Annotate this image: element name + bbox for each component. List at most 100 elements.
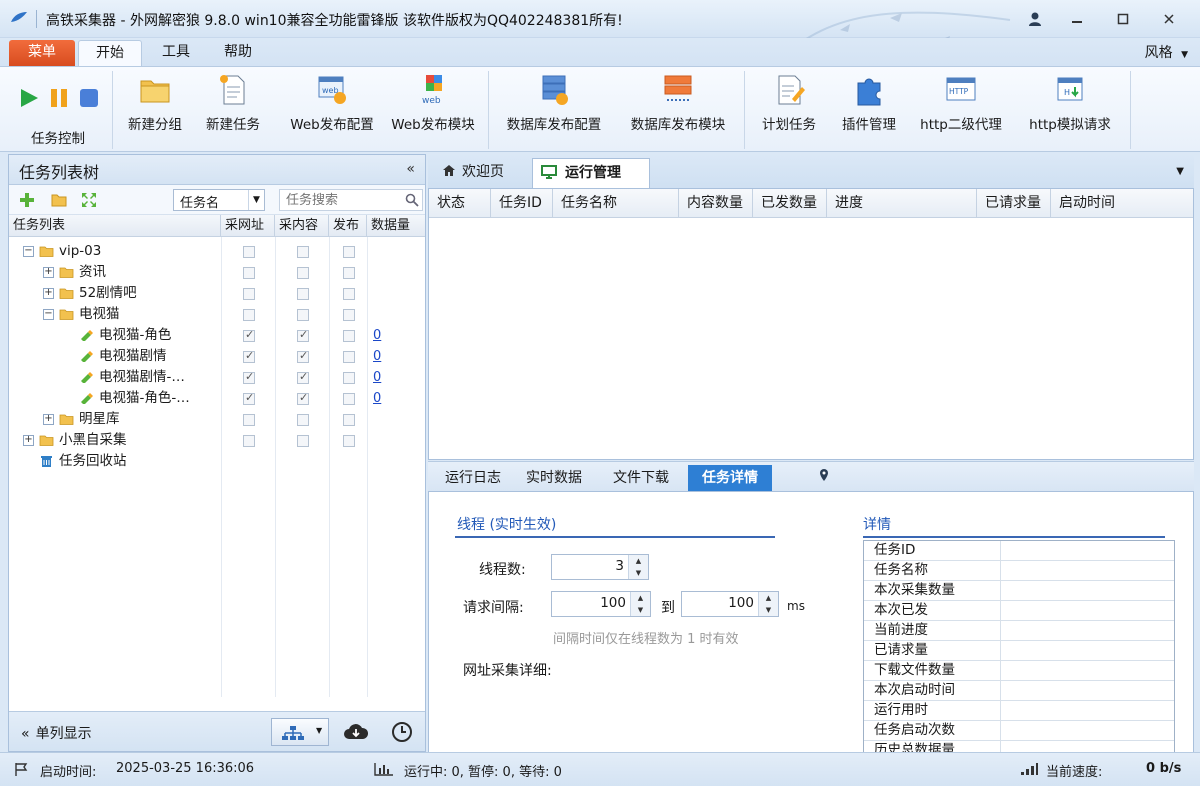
interval-from-stepper[interactable]: 100 ▲ ▼ bbox=[551, 591, 651, 617]
task-row[interactable]: 电视猫-角色-… 0 bbox=[9, 388, 425, 409]
col-collect-url[interactable]: 采网址 bbox=[221, 215, 275, 237]
publish-checkbox[interactable] bbox=[343, 351, 355, 363]
expand-node-icon[interactable]: + bbox=[43, 267, 54, 278]
collect-content-checkbox[interactable] bbox=[297, 267, 309, 279]
cloud-download-icon[interactable] bbox=[343, 721, 369, 741]
group-row[interactable]: +52剧情吧 bbox=[9, 283, 425, 304]
collect-url-checkbox[interactable] bbox=[243, 414, 255, 426]
publish-checkbox[interactable] bbox=[343, 246, 355, 258]
schedule-task-button[interactable]: 计划任务 bbox=[754, 73, 824, 145]
data-count-link[interactable]: 0 bbox=[373, 388, 381, 409]
tab-run-manage[interactable]: 运行管理 bbox=[532, 158, 650, 188]
col-requested-count[interactable]: 已请求量 bbox=[977, 189, 1051, 218]
stepper-arrows[interactable]: ▲ ▼ bbox=[630, 592, 650, 616]
expand-node-icon[interactable]: + bbox=[43, 288, 54, 299]
db-publish-config-button[interactable]: 数据库发布配置 bbox=[498, 73, 610, 145]
recycle-bin-row[interactable]: 任务回收站 bbox=[9, 451, 425, 472]
http-request-button[interactable]: H http模拟请求 bbox=[1020, 73, 1120, 145]
tab-realtime-data[interactable]: 实时数据 bbox=[514, 465, 594, 492]
group-row[interactable]: − vip-03 bbox=[9, 241, 425, 262]
collect-url-checkbox[interactable] bbox=[243, 288, 255, 300]
task-search-input[interactable] bbox=[279, 189, 423, 211]
tab-welcome[interactable]: 欢迎页 bbox=[436, 158, 532, 188]
search-icon[interactable] bbox=[405, 193, 419, 207]
collapse-node-icon[interactable]: − bbox=[23, 246, 34, 257]
col-progress[interactable]: 进度 bbox=[827, 189, 977, 218]
tab-help[interactable]: 帮助 bbox=[210, 40, 266, 66]
collect-content-checkbox[interactable] bbox=[297, 349, 309, 363]
stepper-arrows[interactable]: ▲ ▼ bbox=[758, 592, 778, 616]
group-row[interactable]: + 明星库 bbox=[9, 409, 425, 430]
new-task-button[interactable]: 新建任务 bbox=[200, 73, 266, 145]
search-field-select[interactable]: 任务名 ▼ bbox=[173, 189, 265, 211]
collect-content-checkbox[interactable] bbox=[297, 309, 309, 321]
collect-content-checkbox[interactable] bbox=[297, 328, 309, 342]
publish-checkbox[interactable] bbox=[343, 393, 355, 405]
stop-icon[interactable] bbox=[78, 87, 100, 109]
task-row[interactable]: 电视猫-角色 0 bbox=[9, 325, 425, 346]
collapse-panel-icon[interactable]: « bbox=[406, 161, 415, 177]
col-task-id[interactable]: 任务ID bbox=[491, 189, 553, 218]
web-publish-config-button[interactable]: web Web发布配置 bbox=[288, 73, 376, 145]
expand-node-icon[interactable]: + bbox=[43, 414, 54, 425]
stepper-arrows[interactable]: ▲ ▼ bbox=[628, 555, 648, 579]
style-menu-button[interactable]: 风格 ▼ bbox=[1145, 42, 1188, 62]
publish-checkbox[interactable] bbox=[343, 435, 355, 447]
tab-tools[interactable]: 工具 bbox=[148, 40, 204, 66]
col-start-time[interactable]: 启动时间 bbox=[1051, 189, 1193, 218]
data-count-link[interactable]: 0 bbox=[373, 346, 381, 367]
single-column-toggle[interactable]: «单列显示 bbox=[21, 723, 92, 743]
pause-icon[interactable] bbox=[48, 87, 70, 109]
collect-content-checkbox[interactable] bbox=[297, 435, 309, 447]
minimize-icon[interactable] bbox=[1064, 8, 1090, 30]
new-group-button[interactable]: 新建分组 bbox=[122, 73, 188, 145]
collect-content-checkbox[interactable] bbox=[297, 246, 309, 258]
tree-view-button[interactable]: ▼ bbox=[271, 718, 329, 746]
collect-content-checkbox[interactable] bbox=[297, 414, 309, 426]
web-publish-module-button[interactable]: web Web发布模块 bbox=[388, 73, 478, 145]
data-count-link[interactable]: 0 bbox=[373, 367, 381, 388]
collect-url-checkbox[interactable] bbox=[243, 435, 255, 447]
col-task-list[interactable]: 任务列表 bbox=[9, 215, 221, 237]
collect-content-checkbox[interactable] bbox=[297, 391, 309, 405]
tab-menu[interactable]: 菜单 bbox=[9, 40, 75, 66]
collapse-node-icon[interactable]: − bbox=[43, 309, 54, 320]
col-collect-content[interactable]: 采内容 bbox=[275, 215, 329, 237]
user-icon[interactable] bbox=[1022, 8, 1048, 30]
publish-checkbox[interactable] bbox=[343, 414, 355, 426]
publish-checkbox[interactable] bbox=[343, 330, 355, 342]
collect-url-checkbox[interactable] bbox=[243, 370, 255, 384]
plugin-manage-button[interactable]: 插件管理 bbox=[834, 73, 904, 145]
http-proxy-button[interactable]: HTTP http二级代理 bbox=[912, 73, 1010, 145]
col-task-name[interactable]: 任务名称 bbox=[553, 189, 679, 218]
collect-content-checkbox[interactable] bbox=[297, 288, 309, 300]
col-data-count[interactable]: 数据量 bbox=[367, 215, 425, 237]
col-content-count[interactable]: 内容数量 bbox=[679, 189, 753, 218]
collect-url-checkbox[interactable] bbox=[243, 309, 255, 321]
task-row[interactable]: 电视猫剧情 0 bbox=[9, 346, 425, 367]
task-row[interactable]: 电视猫剧情-… 0 bbox=[9, 367, 425, 388]
publish-checkbox[interactable] bbox=[343, 288, 355, 300]
maximize-icon[interactable] bbox=[1110, 8, 1136, 30]
collect-url-checkbox[interactable] bbox=[243, 267, 255, 279]
collect-content-checkbox[interactable] bbox=[297, 370, 309, 384]
collect-url-checkbox[interactable] bbox=[243, 391, 255, 405]
tab-start[interactable]: 开始 bbox=[78, 40, 142, 66]
open-folder-icon[interactable] bbox=[51, 193, 67, 207]
add-icon[interactable] bbox=[19, 192, 35, 208]
col-published-count[interactable]: 已发数量 bbox=[753, 189, 827, 218]
publish-checkbox[interactable] bbox=[343, 309, 355, 321]
data-count-link[interactable]: 0 bbox=[373, 325, 381, 346]
tab-run-log[interactable]: 运行日志 bbox=[434, 465, 512, 492]
collect-url-checkbox[interactable] bbox=[243, 328, 255, 342]
thread-count-stepper[interactable]: 3 ▲ ▼ bbox=[551, 554, 649, 580]
db-publish-module-button[interactable]: 数据库发布模块 bbox=[622, 73, 734, 145]
col-status[interactable]: 状态 bbox=[429, 189, 491, 218]
interval-to-stepper[interactable]: 100 ▲ ▼ bbox=[681, 591, 779, 617]
collect-url-checkbox[interactable] bbox=[243, 246, 255, 258]
play-icon[interactable] bbox=[18, 87, 40, 109]
tab-location[interactable] bbox=[802, 465, 846, 492]
close-icon[interactable] bbox=[1156, 8, 1182, 30]
tab-task-detail[interactable]: 任务详情 bbox=[688, 465, 772, 492]
expand-node-icon[interactable]: + bbox=[23, 435, 34, 446]
